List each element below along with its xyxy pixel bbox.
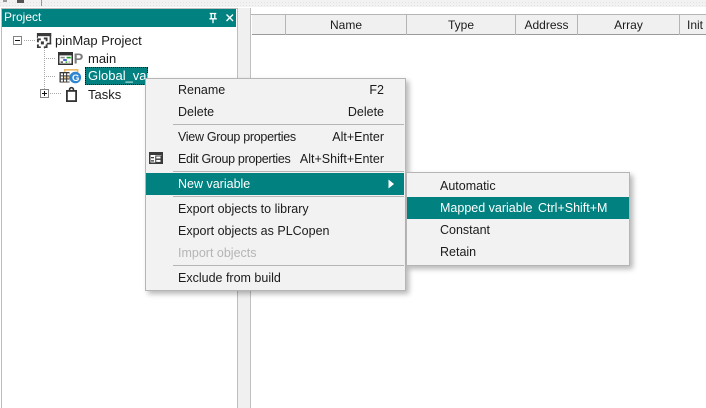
svg-text:G: G: [72, 73, 79, 84]
svg-text:P: P: [74, 52, 83, 65]
